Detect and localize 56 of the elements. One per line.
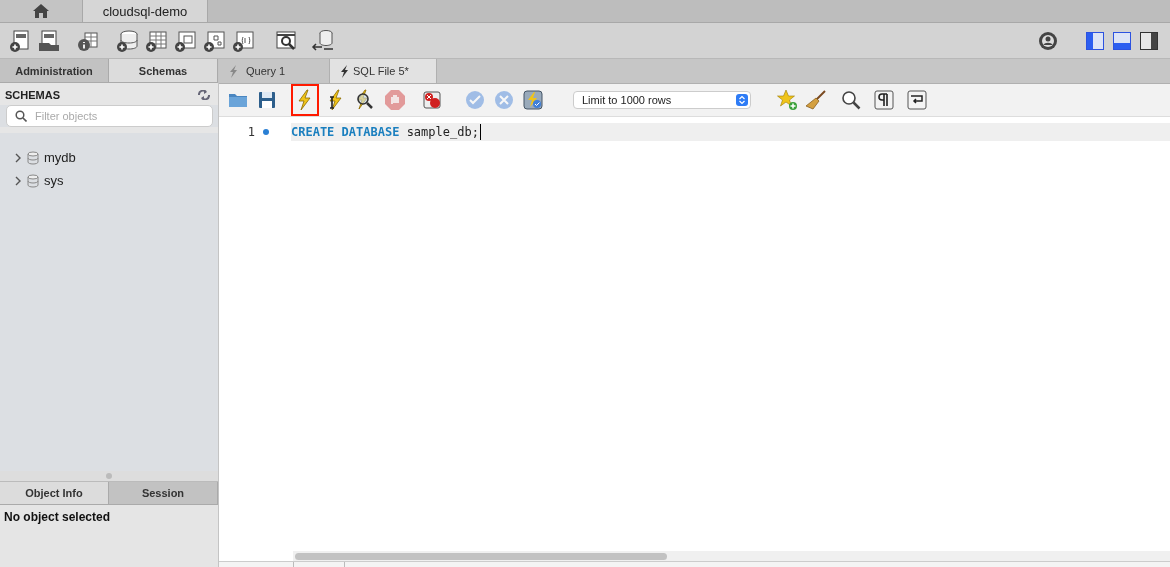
home-icon — [33, 4, 49, 18]
new-sql-document-icon[interactable] — [8, 28, 32, 53]
splitter-handle-icon[interactable] — [106, 473, 112, 479]
text-wrap-icon — [906, 89, 928, 111]
database-plus-icon[interactable] — [115, 28, 139, 53]
open-sql-document-icon[interactable] — [37, 28, 61, 53]
lightning-button[interactable] — [291, 84, 319, 116]
clear-output-icon — [421, 89, 443, 111]
line-number: 1 — [246, 125, 255, 139]
expand-chevron-icon[interactable] — [14, 175, 22, 186]
save-icon — [256, 89, 278, 111]
right-panel-toggle-icon[interactable] — [1140, 31, 1158, 50]
info-tab[interactable]: Session — [109, 482, 218, 504]
star-plus-button[interactable] — [774, 87, 800, 113]
check-circle-icon — [464, 89, 486, 111]
code-line: CREATE DATABASE sample_db; — [291, 125, 479, 139]
database-arrows-icon[interactable] — [311, 28, 335, 53]
info-tab[interactable]: Object Info — [0, 482, 109, 504]
lightning-icon — [340, 64, 349, 78]
broom-icon — [805, 89, 827, 111]
scrollbar-thumb[interactable] — [295, 552, 667, 560]
view-plus-icon[interactable] — [173, 28, 197, 53]
settings-icon[interactable] — [1037, 29, 1059, 52]
stop-hand-icon — [384, 89, 406, 111]
statement-marker-icon — [263, 129, 269, 135]
schema-name[interactable]: mydb — [44, 150, 76, 165]
home-tab[interactable] — [0, 0, 83, 22]
left-panel-toggle-icon[interactable] — [1086, 31, 1104, 50]
star-plus-icon — [776, 89, 798, 111]
procedure-plus-icon[interactable] — [202, 28, 226, 53]
text-wrap-button[interactable] — [904, 87, 930, 113]
sidebar-tab[interactable]: Administration — [0, 59, 109, 82]
database-icon — [27, 150, 39, 165]
database-icon — [27, 173, 39, 188]
table-plus-icon[interactable] — [144, 28, 168, 53]
lightning-check-button[interactable] — [520, 87, 546, 113]
row-limit-select[interactable]: Limit to 1000 rows — [573, 91, 751, 109]
expand-chevron-icon[interactable] — [14, 152, 22, 163]
select-stepper-icon — [736, 94, 748, 106]
refresh-icon[interactable] — [198, 90, 210, 100]
function-plus-icon[interactable] — [231, 28, 255, 53]
schemas-header: SCHEMAS — [5, 89, 60, 101]
filter-field[interactable]: Filter objects — [6, 105, 213, 127]
lightning-icon — [229, 64, 238, 78]
object-info-text: No object selected — [4, 510, 111, 524]
sidebar-tab[interactable]: Schemas — [109, 59, 218, 82]
pilcrow-button[interactable] — [871, 87, 897, 113]
schema-name[interactable]: sys — [44, 173, 64, 188]
editor-tab[interactable]: SQL File 5* — [330, 59, 437, 83]
connection-tab[interactable]: cloudsql-demo — [83, 0, 208, 22]
search-icon — [15, 110, 27, 122]
pilcrow-icon — [873, 89, 895, 111]
lightning-check-icon — [522, 89, 544, 111]
search-icon — [840, 89, 862, 111]
x-circle-icon — [493, 89, 515, 111]
bottom-panel-toggle-icon[interactable] — [1113, 31, 1131, 50]
